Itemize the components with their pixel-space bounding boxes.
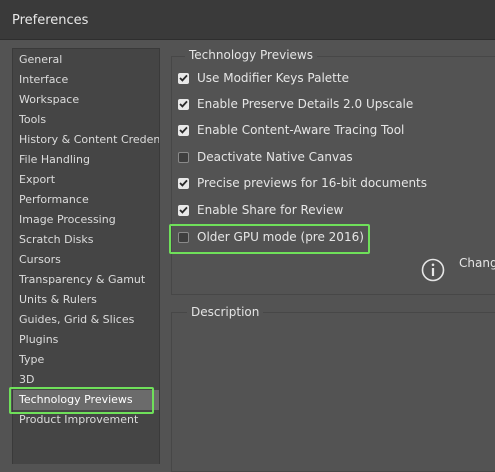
sidebar-item-scratch-disks[interactable]: Scratch Disks — [19, 230, 159, 250]
checkbox-checked-icon[interactable] — [178, 98, 189, 110]
option-label: Enable Content-Aware Tracing Tool — [197, 123, 405, 137]
checkbox-unchecked-icon[interactable] — [178, 231, 189, 243]
sidebar-item-interface[interactable]: Interface — [19, 70, 159, 90]
sidebar-item-performance[interactable]: Performance — [19, 190, 159, 210]
option-deactivate-native-canvas[interactable]: Deactivate Native Canvas — [178, 148, 353, 166]
sidebar-item-tools[interactable]: Tools — [19, 110, 159, 130]
sidebar-item-file-handling[interactable]: File Handling — [19, 150, 159, 170]
sidebar-item-history-content-credentials[interactable]: History & Content Creden... — [19, 130, 159, 150]
sidebar-item-image-processing[interactable]: Image Processing — [19, 210, 159, 230]
option-label: Deactivate Native Canvas — [197, 150, 353, 164]
checkbox-unchecked-icon[interactable] — [178, 151, 189, 163]
option-label: Precise previews for 16-bit documents — [197, 176, 428, 190]
sidebar-item-3d[interactable]: 3D — [19, 370, 159, 390]
sidebar-item-export[interactable]: Export — [19, 170, 159, 190]
option-precise-previews-16bit[interactable]: Precise previews for 16-bit documents — [178, 174, 427, 192]
checkbox-checked-icon[interactable] — [178, 204, 189, 216]
option-label: Enable Share for Review — [197, 203, 344, 217]
sidebar-item-cursors[interactable]: Cursors — [19, 250, 159, 270]
sidebar-item-transparency-gamut[interactable]: Transparency & Gamut — [19, 270, 159, 290]
option-enable-content-aware-tracing[interactable]: Enable Content-Aware Tracing Tool — [178, 121, 404, 139]
option-enable-share-for-review[interactable]: Enable Share for Review — [178, 201, 343, 219]
checkbox-checked-icon[interactable] — [178, 177, 189, 189]
option-use-modifier-keys-palette[interactable]: Use Modifier Keys Palette — [178, 69, 349, 87]
info-text: Chang — [459, 256, 495, 270]
option-label: Use Modifier Keys Palette — [197, 71, 349, 85]
title-bar: Preferences — [0, 0, 495, 40]
preferences-sidebar: General Interface Workspace Tools Histor… — [12, 48, 160, 464]
option-label: Enable Preserve Details 2.0 Upscale — [197, 97, 414, 111]
sidebar-item-general[interactable]: General — [19, 50, 159, 70]
window-title: Preferences — [12, 13, 89, 28]
technology-previews-title: Technology Previews — [185, 48, 317, 62]
sidebar-item-technology-previews[interactable]: Technology Previews — [13, 390, 159, 410]
info-icon — [421, 258, 445, 282]
checkbox-checked-icon[interactable] — [178, 124, 189, 136]
sidebar-item-product-improvement[interactable]: Product Improvement — [19, 410, 159, 430]
description-title: Description — [187, 305, 264, 319]
sidebar-item-workspace[interactable]: Workspace — [19, 90, 159, 110]
sidebar-item-type[interactable]: Type — [19, 350, 159, 370]
description-group — [171, 312, 495, 472]
sidebar-item-plugins[interactable]: Plugins — [19, 330, 159, 350]
checkbox-checked-icon[interactable] — [178, 72, 189, 84]
option-label: Older GPU mode (pre 2016) — [197, 230, 364, 244]
option-enable-preserve-details-upscale[interactable]: Enable Preserve Details 2.0 Upscale — [178, 95, 413, 113]
sidebar-item-units-rulers[interactable]: Units & Rulers — [19, 290, 159, 310]
option-older-gpu-mode[interactable]: Older GPU mode (pre 2016) — [178, 228, 364, 246]
sidebar-item-guides-grid-slices[interactable]: Guides, Grid & Slices — [19, 310, 159, 330]
